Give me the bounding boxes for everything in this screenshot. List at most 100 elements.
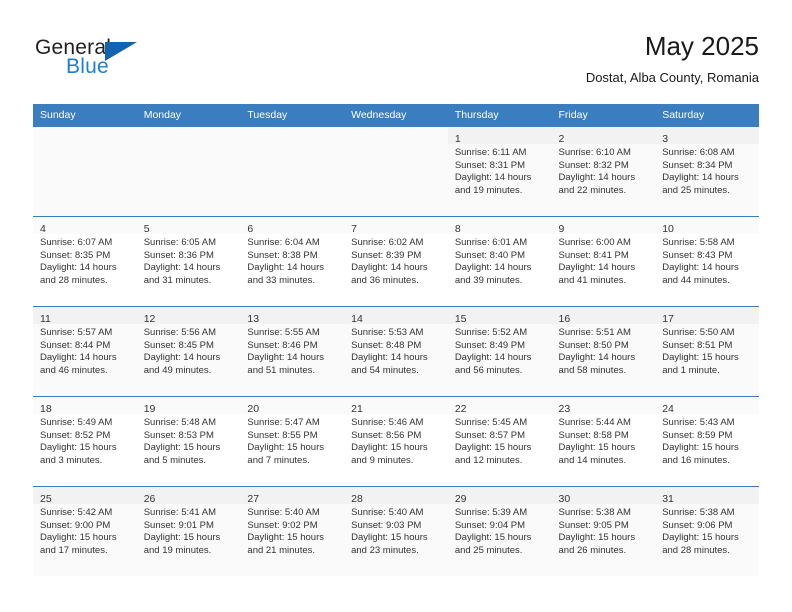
day-number: 16	[558, 313, 571, 325]
sunrise-text: Sunrise: 5:40 AM	[247, 507, 320, 518]
calendar-day-cell[interactable]: 29 Sunrise: 5:39 AM Sunset: 9:04 PM Dayligh…	[447, 486, 552, 576]
calendar-day-cell[interactable]: 14 Sunrise: 5:53 AM Sunset: 8:48 PM Dayligh…	[344, 306, 448, 396]
daylight-text-line2: and 19 minutes.	[454, 184, 523, 196]
daylight-text-line1: Daylight: 15 hours	[247, 532, 324, 544]
daylight-text-line1: Daylight: 15 hours	[662, 442, 739, 454]
calendar-cell: 28 Sunrise: 5:40 AM Sunset: 9:03 PM Dayligh…	[344, 486, 448, 576]
sunrise-text: Sunrise: 5:52 AM	[454, 327, 528, 338]
calendar-day-cell[interactable]: 19 Sunrise: 5:48 AM Sunset: 8:53 PM Dayligh…	[136, 396, 241, 486]
calendar-cell: 2 Sunrise: 6:10 AM Sunset: 8:32 PM Daylight…	[551, 126, 656, 216]
day-details: Sunrise: 6:10 AM Sunset: 8:32 PM Daylight:…	[552, 144, 656, 197]
day-number: 20	[247, 403, 260, 415]
general-blue-logo[interactable]: General Blue	[33, 36, 263, 92]
day-number: 9	[558, 223, 565, 235]
day-details: Sunrise: 5:44 AM Sunset: 8:58 PM Daylight:…	[552, 414, 656, 467]
day-number-band: 3	[655, 127, 759, 145]
calendar-day-cell[interactable]: 12 Sunrise: 5:56 AM Sunset: 8:45 PM Dayligh…	[136, 306, 241, 396]
calendar-day-cell[interactable]: 8 Sunrise: 6:01 AM Sunset: 8:40 PM Daylight…	[447, 216, 552, 306]
day-number: 1	[454, 133, 461, 145]
day-number: 30	[558, 493, 571, 505]
calendar-day-cell[interactable]: 26 Sunrise: 5:41 AM Sunset: 9:01 PM Dayligh…	[136, 486, 241, 576]
day-number-band: 26	[136, 487, 241, 505]
sunrise-text: Sunrise: 5:48 AM	[143, 417, 217, 428]
calendar-day-cell[interactable]: 23 Sunrise: 5:44 AM Sunset: 8:58 PM Dayligh…	[551, 396, 656, 486]
daylight-text-line1: Daylight: 15 hours	[351, 532, 428, 544]
calendar-cell-empty	[240, 126, 345, 216]
day-details: Sunrise: 5:40 AM Sunset: 9:02 PM Daylight:…	[240, 504, 344, 557]
daylight-text-line1: Daylight: 14 hours	[558, 172, 636, 184]
calendar-day-cell[interactable]: 11 Sunrise: 5:57 AM Sunset: 8:44 PM Dayligh…	[33, 306, 137, 396]
calendar-day-cell[interactable]: 3 Sunrise: 6:08 AM Sunset: 8:34 PM Daylight…	[655, 126, 759, 216]
day-details: Sunrise: 6:01 AM Sunset: 8:40 PM Daylight:…	[448, 234, 552, 287]
calendar-cell: 25 Sunrise: 5:42 AM Sunset: 9:00 PM Dayligh…	[33, 486, 137, 576]
daylight-text-line1: Daylight: 15 hours	[558, 442, 636, 454]
sunset-text: Sunset: 8:41 PM	[558, 249, 629, 261]
calendar-day-cell[interactable]: 18 Sunrise: 5:49 AM Sunset: 8:52 PM Dayligh…	[33, 396, 137, 486]
calendar-day-cell[interactable]: 17 Sunrise: 5:50 AM Sunset: 8:51 PM Dayligh…	[655, 306, 759, 396]
calendar-day-cell[interactable]: 5 Sunrise: 6:05 AM Sunset: 8:36 PM Daylight…	[136, 216, 241, 306]
calendar-day-cell[interactable]: 6 Sunrise: 6:04 AM Sunset: 8:38 PM Daylight…	[240, 216, 345, 306]
day-details: Sunrise: 5:51 AM Sunset: 8:50 PM Daylight:…	[552, 324, 656, 377]
day-number-band: 11	[33, 307, 137, 325]
calendar-cell: 31 Sunrise: 5:38 AM Sunset: 9:06 PM Dayligh…	[655, 486, 759, 576]
day-number: 29	[454, 493, 467, 505]
calendar-day-cell[interactable]: 10 Sunrise: 5:58 AM Sunset: 8:43 PM Dayligh…	[655, 216, 759, 306]
calendar-cell: 14 Sunrise: 5:53 AM Sunset: 8:48 PM Dayligh…	[344, 306, 448, 396]
day-details: Sunrise: 5:55 AM Sunset: 8:46 PM Daylight:…	[240, 324, 344, 377]
sunrise-text: Sunrise: 5:55 AM	[247, 327, 320, 338]
day-number-band: 17	[655, 307, 759, 325]
sunrise-text: Sunrise: 5:45 AM	[454, 417, 528, 428]
calendar-day-cell[interactable]: 24 Sunrise: 5:43 AM Sunset: 8:59 PM Dayligh…	[655, 396, 759, 486]
day-number: 24	[662, 403, 674, 415]
sunset-text: Sunset: 8:51 PM	[662, 339, 733, 351]
daylight-text-line2: and 26 minutes.	[558, 544, 627, 556]
sunrise-text: Sunrise: 5:53 AM	[351, 327, 424, 338]
daylight-text-line1: Daylight: 14 hours	[662, 262, 739, 274]
daylight-text-line1: Daylight: 14 hours	[454, 172, 532, 184]
sunrise-text: Sunrise: 6:08 AM	[662, 147, 735, 158]
sunset-text: Sunset: 8:35 PM	[40, 249, 111, 261]
calendar-cell: 21 Sunrise: 5:46 AM Sunset: 8:56 PM Dayligh…	[344, 396, 448, 486]
page-subtitle: Dostat, Alba County, Romania	[585, 70, 759, 85]
daylight-text-line2: and 1 minute.	[662, 364, 720, 376]
daylight-text-line2: and 56 minutes.	[454, 364, 523, 376]
calendar-day-cell[interactable]: 16 Sunrise: 5:51 AM Sunset: 8:50 PM Dayligh…	[551, 306, 656, 396]
daylight-text-line1: Daylight: 14 hours	[351, 352, 428, 364]
calendar-day-cell[interactable]: 4 Sunrise: 6:07 AM Sunset: 8:35 PM Daylight…	[33, 216, 137, 306]
calendar-day-cell[interactable]: 1 Sunrise: 6:11 AM Sunset: 8:31 PM Daylight…	[447, 126, 552, 216]
calendar-cell: 30 Sunrise: 5:38 AM Sunset: 9:05 PM Dayligh…	[551, 486, 656, 576]
calendar-day-cell[interactable]: 20 Sunrise: 5:47 AM Sunset: 8:55 PM Dayligh…	[240, 396, 345, 486]
daylight-text-line1: Daylight: 15 hours	[40, 442, 117, 454]
calendar-day-cell[interactable]: 9 Sunrise: 6:00 AM Sunset: 8:41 PM Daylight…	[551, 216, 656, 306]
day-number-band: 5	[136, 217, 241, 235]
day-number-band: 20	[240, 397, 345, 415]
calendar-day-cell[interactable]: 31 Sunrise: 5:38 AM Sunset: 9:06 PM Dayligh…	[655, 486, 759, 576]
calendar-day-cell[interactable]: 7 Sunrise: 6:02 AM Sunset: 8:39 PM Daylight…	[344, 216, 448, 306]
sunset-text: Sunset: 8:44 PM	[40, 339, 111, 351]
calendar-day-cell[interactable]: 13 Sunrise: 5:55 AM Sunset: 8:46 PM Dayligh…	[240, 306, 345, 396]
day-details: Sunrise: 5:53 AM Sunset: 8:48 PM Daylight:…	[344, 324, 448, 377]
calendar-day-cell[interactable]: 21 Sunrise: 5:46 AM Sunset: 8:56 PM Dayligh…	[344, 396, 448, 486]
calendar-cell: 26 Sunrise: 5:41 AM Sunset: 9:01 PM Dayligh…	[136, 486, 241, 576]
sunset-text: Sunset: 8:59 PM	[662, 429, 733, 441]
day-details: Sunrise: 5:40 AM Sunset: 9:03 PM Daylight:…	[344, 504, 448, 557]
calendar-cell: 15 Sunrise: 5:52 AM Sunset: 8:49 PM Dayligh…	[447, 306, 552, 396]
sunrise-text: Sunrise: 5:47 AM	[247, 417, 320, 428]
sunrise-text: Sunrise: 6:11 AM	[454, 147, 527, 158]
daylight-text-line2: and 19 minutes.	[143, 544, 212, 556]
sunset-text: Sunset: 8:49 PM	[454, 339, 526, 351]
calendar-day-cell[interactable]: 28 Sunrise: 5:40 AM Sunset: 9:03 PM Dayligh…	[344, 486, 448, 576]
calendar-day-cell[interactable]: 27 Sunrise: 5:40 AM Sunset: 9:02 PM Dayligh…	[240, 486, 345, 576]
sunrise-text: Sunrise: 5:38 AM	[558, 507, 631, 518]
calendar-day-cell[interactable]: 2 Sunrise: 6:10 AM Sunset: 8:32 PM Daylight…	[551, 126, 656, 216]
calendar-day-cell[interactable]: 15 Sunrise: 5:52 AM Sunset: 8:49 PM Dayligh…	[447, 306, 552, 396]
sunset-text: Sunset: 8:40 PM	[454, 249, 526, 261]
calendar-day-cell[interactable]: 25 Sunrise: 5:42 AM Sunset: 9:00 PM Dayligh…	[33, 486, 137, 576]
day-number-band: 22	[447, 397, 552, 415]
daylight-text-line2: and 54 minutes.	[351, 364, 419, 376]
calendar-day-cell[interactable]: 22 Sunrise: 5:45 AM Sunset: 8:57 PM Dayligh…	[447, 396, 552, 486]
calendar-day-cell[interactable]: 30 Sunrise: 5:38 AM Sunset: 9:05 PM Dayligh…	[551, 486, 656, 576]
weekday-header-saturday: Saturday	[655, 104, 759, 126]
sunset-text: Sunset: 8:39 PM	[351, 249, 422, 261]
day-number: 19	[143, 403, 156, 415]
